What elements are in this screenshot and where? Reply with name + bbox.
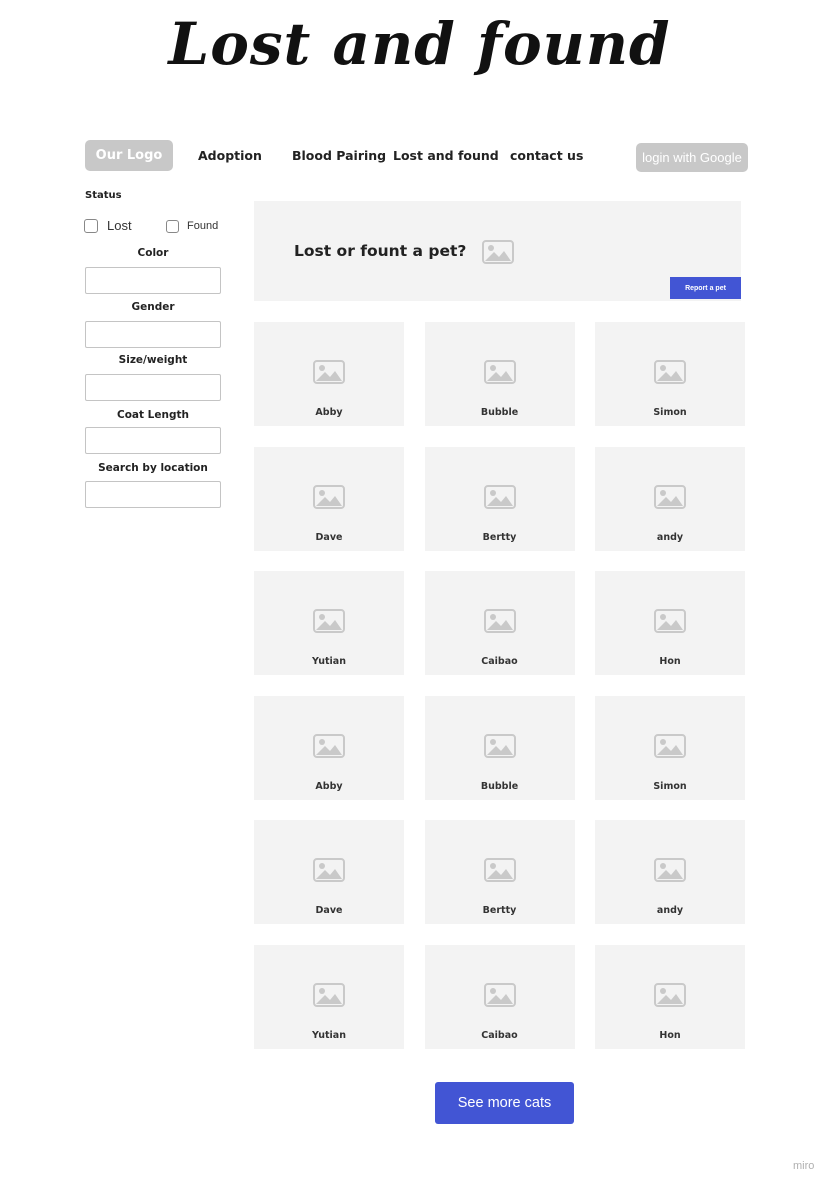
pet-card[interactable]: Dave bbox=[254, 820, 404, 924]
hero-text: Lost or fount a pet? bbox=[294, 242, 467, 260]
image-placeholder-icon bbox=[483, 360, 516, 384]
image-placeholder-icon bbox=[313, 609, 345, 633]
miro-watermark: miro bbox=[793, 1160, 815, 1172]
image-placeholder-icon bbox=[313, 484, 345, 509]
lost-checkbox[interactable] bbox=[84, 219, 98, 233]
pet-name: Hon bbox=[659, 1029, 681, 1041]
lost-checkbox-label: Lost bbox=[107, 218, 132, 233]
pet-name: Simon bbox=[653, 407, 687, 418]
page-title: Lost and found bbox=[168, 10, 671, 78]
pet-name: Dave bbox=[315, 531, 343, 543]
pet-card[interactable]: Abby bbox=[254, 322, 404, 426]
gender-input[interactable] bbox=[85, 321, 221, 348]
pet-name: andy bbox=[656, 531, 684, 543]
image-placeholder-icon bbox=[483, 982, 516, 1007]
size-weight-label: Size/weight bbox=[118, 354, 188, 366]
pet-name: Caibao bbox=[481, 1029, 518, 1041]
pet-name: Caibao bbox=[481, 656, 518, 667]
pet-name: Dave bbox=[315, 905, 343, 916]
nav-link-contact-us[interactable]: contact us bbox=[510, 148, 583, 163]
image-placeholder-icon bbox=[654, 733, 686, 758]
pet-card[interactable]: andy bbox=[595, 820, 745, 924]
pet-name: Yutian bbox=[312, 656, 346, 667]
pet-name: Abby bbox=[315, 780, 343, 792]
nav-link-lost-and-found[interactable]: Lost and found bbox=[393, 148, 499, 163]
logo-button[interactable]: Our Logo bbox=[85, 140, 173, 171]
color-input[interactable] bbox=[85, 267, 221, 294]
pet-name: Yutian bbox=[312, 1029, 346, 1041]
pet-card[interactable]: Hon bbox=[595, 571, 745, 675]
hero-banner: Lost or fount a pet? Report a pet bbox=[254, 201, 741, 301]
pet-name: Hon bbox=[659, 656, 681, 667]
pet-card[interactable]: Simon bbox=[595, 322, 745, 426]
image-placeholder-icon bbox=[654, 484, 686, 509]
gender-label: Gender bbox=[131, 301, 175, 313]
image-placeholder-icon bbox=[313, 858, 345, 882]
pet-card[interactable]: Bertty bbox=[424, 820, 575, 924]
pet-card[interactable]: Caibao bbox=[424, 944, 575, 1049]
pet-card-grid: Abby Bubble Simon Dave Bertty andy Yutian Caiba… bbox=[254, 322, 745, 1049]
pet-name: andy bbox=[656, 905, 684, 916]
image-placeholder-icon bbox=[313, 733, 345, 758]
found-checkbox-label: Found bbox=[187, 220, 219, 232]
image-placeholder-icon bbox=[482, 240, 514, 264]
pet-card[interactable]: Dave bbox=[254, 446, 404, 551]
pet-card[interactable]: Bubble bbox=[424, 322, 575, 426]
pet-card[interactable]: Abby bbox=[254, 695, 404, 800]
pet-name: Abby bbox=[315, 407, 343, 418]
pet-card[interactable]: Caibao bbox=[424, 571, 575, 675]
search-location-label: Search by location bbox=[98, 462, 208, 474]
pet-card[interactable]: Yutian bbox=[254, 944, 404, 1049]
pet-card[interactable]: Bertty bbox=[424, 446, 575, 551]
image-placeholder-icon bbox=[313, 360, 345, 384]
image-placeholder-icon bbox=[654, 858, 686, 882]
pet-name: Bertty bbox=[482, 905, 517, 916]
size-weight-input[interactable] bbox=[85, 374, 221, 401]
login-with-google-button[interactable]: login with Google bbox=[636, 143, 748, 172]
image-placeholder-icon bbox=[483, 609, 516, 633]
pet-card[interactable]: andy bbox=[595, 446, 745, 551]
pet-card[interactable]: Bubble bbox=[424, 695, 575, 800]
found-checkbox[interactable] bbox=[166, 220, 179, 233]
pet-card[interactable]: Simon bbox=[595, 695, 745, 800]
coat-length-label: Coat Length bbox=[117, 409, 189, 421]
status-label: Status bbox=[85, 190, 122, 201]
pet-name: Bertty bbox=[482, 531, 517, 543]
pet-name: Simon bbox=[653, 780, 687, 792]
image-placeholder-icon bbox=[654, 982, 686, 1007]
pet-card[interactable]: Yutian bbox=[254, 571, 404, 675]
pet-name: Bubble bbox=[480, 407, 519, 418]
see-more-cats-button[interactable]: See more cats bbox=[435, 1082, 574, 1124]
nav-link-adoption[interactable]: Adoption bbox=[198, 148, 262, 163]
coat-length-input[interactable] bbox=[85, 427, 221, 454]
image-placeholder-icon bbox=[483, 858, 516, 882]
image-placeholder-icon bbox=[654, 360, 686, 384]
nav-link-blood-pairing[interactable]: Blood Pairing bbox=[292, 148, 386, 163]
image-placeholder-icon bbox=[654, 609, 686, 633]
pet-card[interactable]: Hon bbox=[595, 944, 745, 1049]
image-placeholder-icon bbox=[483, 733, 516, 758]
search-location-input[interactable] bbox=[85, 481, 221, 508]
report-pet-button[interactable]: Report a pet bbox=[670, 277, 741, 299]
image-placeholder-icon bbox=[313, 982, 345, 1007]
image-placeholder-icon bbox=[483, 484, 516, 509]
pet-name: Bubble bbox=[480, 780, 519, 792]
color-label: Color bbox=[137, 247, 169, 259]
